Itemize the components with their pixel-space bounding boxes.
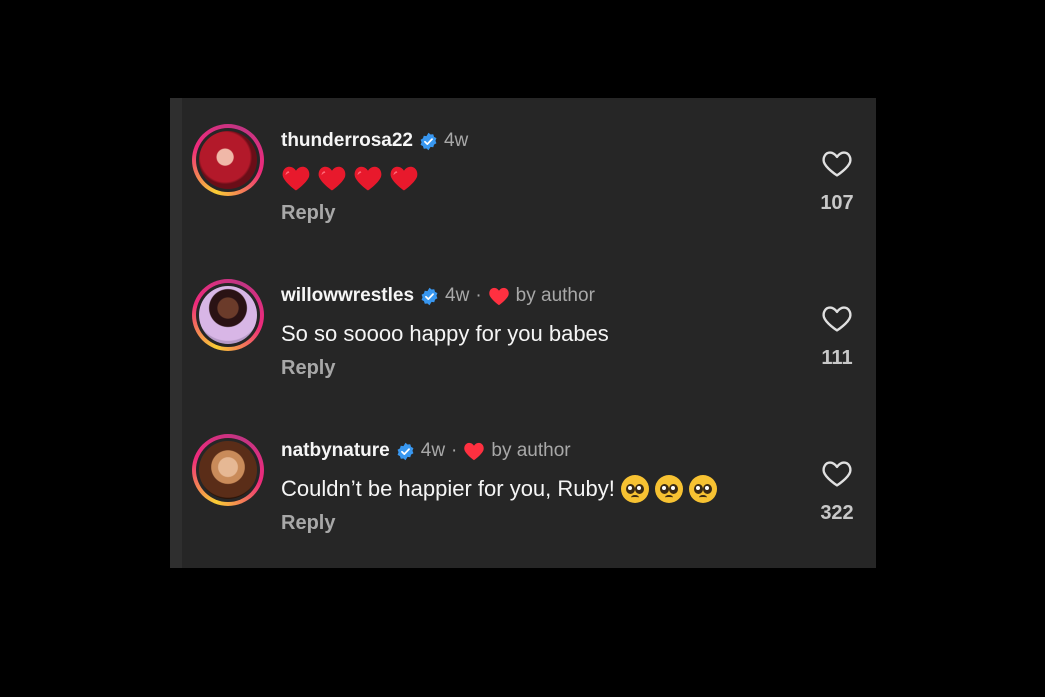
comment-header: natbynature 4w · by author [281,438,571,464]
reply-button[interactable]: Reply [281,512,335,535]
comment-item: willowwrestles 4w · by author So so sooo… [170,275,876,405]
pleading-face-icon [654,475,683,503]
comment-time: 4w [445,285,470,306]
avatar[interactable] [192,434,264,506]
red-heart-icon [282,166,310,191]
comment-text-content: So so soooo happy for you babes [281,321,609,346]
profile-photo [199,441,257,499]
comment-item: natbynature 4w · by author Couldn’t be h… [170,430,876,560]
comment-text: So so soooo happy for you babes [281,319,609,349]
red-heart-icon [318,166,346,191]
comment-header: willowwrestles 4w · by author [281,283,595,309]
pleading-face-icon [620,475,649,503]
username[interactable]: thunderrosa22 [281,128,413,154]
like-heart-icon[interactable] [821,458,853,488]
profile-photo [199,286,257,344]
comment-item: thunderrosa22 4w Reply 107 [170,120,876,250]
username[interactable]: willowwrestles [281,283,414,309]
avatar[interactable] [192,124,264,196]
comment-header: thunderrosa22 4w [281,128,468,154]
comments-panel: thunderrosa22 4w Reply 107 willowwrestle… [170,98,876,568]
comment-text: Couldn’t be happier for you, Ruby! [281,474,717,504]
reply-button[interactable]: Reply [281,202,335,225]
pleading-face-icon [688,475,717,503]
red-heart-icon [354,166,382,191]
liked-by-author-label: by author [491,440,571,461]
like-count: 111 [821,347,853,369]
like-heart-icon[interactable] [821,303,853,333]
verified-badge-icon [397,442,414,460]
verified-badge-icon [421,287,438,305]
profile-photo [199,131,257,189]
comment-text-content: Couldn’t be happier for you, Ruby! [281,476,615,501]
like-count: 322 [820,502,854,524]
reply-button[interactable]: Reply [281,357,335,380]
comment-text [281,164,425,192]
comment-time: 4w [443,130,469,151]
username[interactable]: natbynature [281,438,390,464]
like-count: 107 [820,192,854,214]
author-heart-icon [464,442,485,461]
separator-dot: · [475,285,482,306]
red-heart-icon [390,166,418,191]
verified-badge-icon [420,132,437,150]
separator-dot: · [451,440,458,461]
author-heart-icon [488,287,509,306]
like-heart-icon[interactable] [821,148,853,178]
avatar[interactable] [192,279,264,351]
comment-time: 4w [420,440,446,461]
liked-by-author-label: by author [515,285,595,306]
